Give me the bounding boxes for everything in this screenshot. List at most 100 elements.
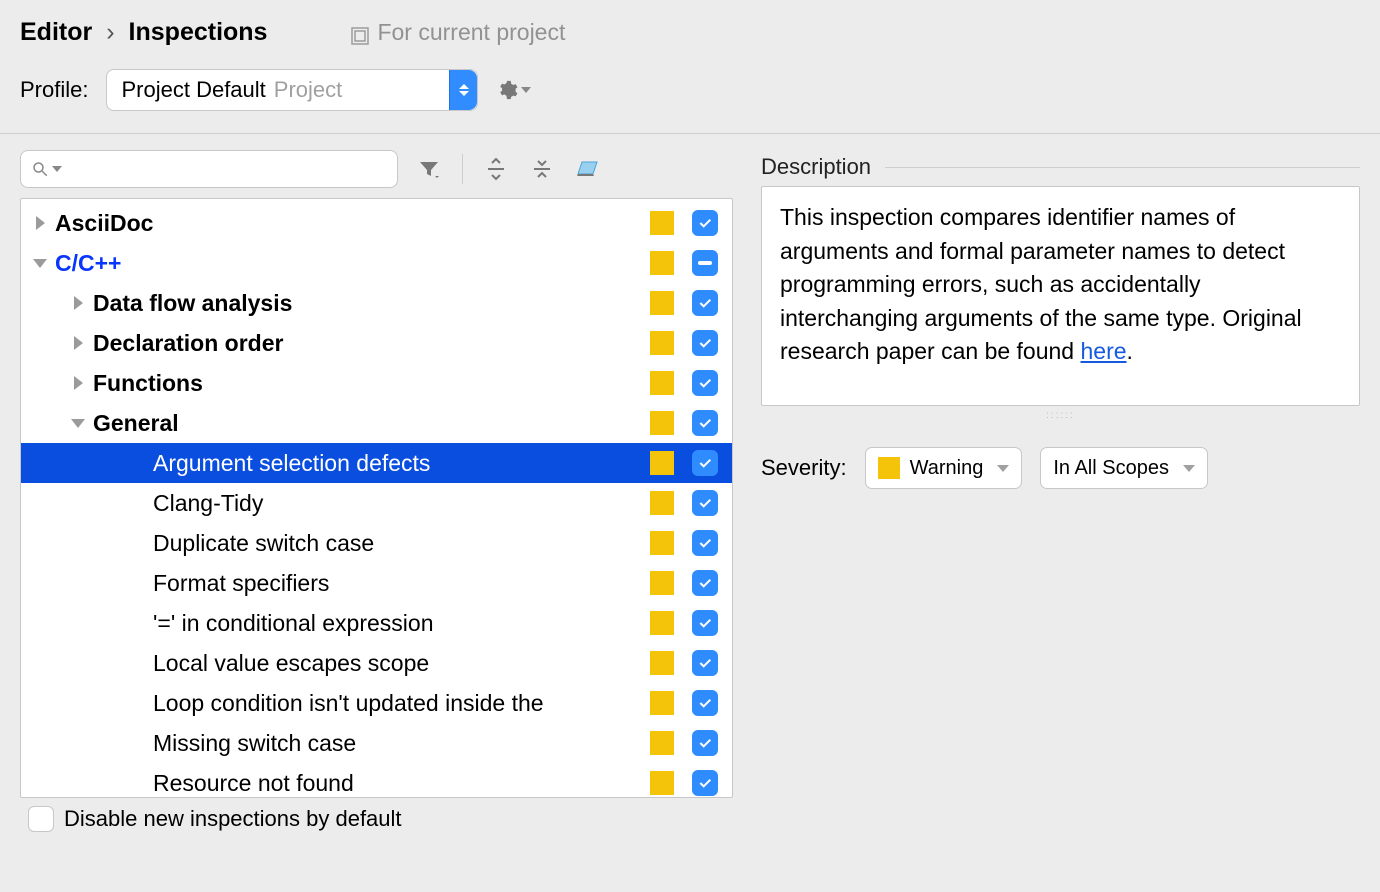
inspection-checkbox[interactable] [692, 370, 718, 396]
inspection-checkbox[interactable] [692, 610, 718, 636]
tree-node-label: Argument selection defects [153, 450, 650, 477]
severity-swatch [650, 331, 674, 355]
profile-select[interactable]: Project Default Project [106, 69, 478, 111]
inspection-checkbox[interactable] [692, 410, 718, 436]
inspection-checkbox[interactable] [692, 770, 718, 796]
tree-node-label: Clang-Tidy [153, 490, 650, 517]
tree-node[interactable]: Clang-Tidy [21, 483, 732, 523]
inspection-checkbox[interactable] [692, 290, 718, 316]
tree-node-label: C/C++ [55, 250, 650, 277]
severity-swatch [650, 611, 674, 635]
severity-color-swatch [878, 457, 900, 479]
disclosure-triangle[interactable] [69, 296, 87, 310]
disclosure-triangle[interactable] [31, 216, 49, 230]
severity-value: Warning [910, 457, 984, 480]
tree-node[interactable]: Local value escapes scope [21, 643, 732, 683]
tree-node[interactable]: General [21, 403, 732, 443]
tree-node[interactable]: Argument selection defects [21, 443, 732, 483]
tree-node-label: Declaration order [93, 330, 650, 357]
tree-node[interactable]: Format specifiers [21, 563, 732, 603]
tree-node[interactable]: Resource not found [21, 763, 732, 798]
caret-down-icon [459, 91, 469, 96]
expand-all-icon[interactable] [481, 154, 511, 184]
tree-node-label: Format specifiers [153, 570, 650, 597]
tree-node[interactable]: Loop condition isn't updated inside the [21, 683, 732, 723]
inspection-checkbox[interactable] [692, 650, 718, 676]
inspection-checkbox[interactable] [692, 530, 718, 556]
tree-node-label: Functions [93, 370, 650, 397]
disclosure-triangle[interactable] [69, 376, 87, 390]
chevron-down-icon [997, 465, 1009, 472]
tree-node-label: Loop condition isn't updated inside the [153, 690, 650, 717]
severity-swatch [650, 251, 674, 275]
disclosure-triangle[interactable] [69, 419, 87, 428]
severity-swatch [650, 211, 674, 235]
current-project-label: For current project [377, 19, 565, 46]
inspection-checkbox[interactable] [692, 570, 718, 596]
tree-node[interactable]: Missing switch case [21, 723, 732, 763]
tree-node-label: '=' in conditional expression [153, 610, 650, 637]
inspection-checkbox[interactable] [692, 490, 718, 516]
chevron-down-icon [521, 87, 531, 93]
tree-node[interactable]: AsciiDoc [21, 203, 732, 243]
severity-swatch [650, 371, 674, 395]
tree-node[interactable]: Declaration order [21, 323, 732, 363]
tree-node-label: Data flow analysis [93, 290, 650, 317]
search-icon [31, 160, 49, 178]
tree-node-label: Resource not found [153, 770, 650, 797]
caret-up-icon [459, 84, 469, 89]
inspection-checkbox[interactable] [692, 250, 718, 276]
inspection-checkbox[interactable] [692, 330, 718, 356]
tree-node[interactable]: Duplicate switch case [21, 523, 732, 563]
severity-swatch [650, 411, 674, 435]
disclosure-triangle[interactable] [31, 259, 49, 268]
inspection-tree[interactable]: AsciiDoc C/C++ Data flow analysis Declarati… [20, 198, 733, 798]
breadcrumb: Editor › Inspections [20, 18, 267, 47]
tree-node[interactable]: C/C++ [21, 243, 732, 283]
severity-swatch [650, 571, 674, 595]
tree-node-label: AsciiDoc [55, 210, 650, 237]
profile-selected-name: Project Default [121, 77, 265, 103]
chevron-right-icon: › [106, 18, 114, 47]
profile-stepper[interactable] [449, 70, 477, 110]
divider [885, 167, 1360, 168]
severity-swatch [650, 691, 674, 715]
severity-swatch [650, 531, 674, 555]
filter-icon[interactable] [414, 154, 444, 184]
disclosure-triangle[interactable] [69, 336, 87, 350]
disable-new-label: Disable new inspections by default [64, 806, 402, 832]
search-input[interactable] [20, 150, 398, 188]
chevron-down-icon [1183, 465, 1195, 472]
severity-swatch [650, 291, 674, 315]
severity-swatch [650, 771, 674, 795]
scope-icon [351, 24, 369, 42]
severity-select[interactable]: Warning [865, 447, 1023, 489]
gear-icon[interactable] [496, 79, 531, 101]
scope-select[interactable]: In All Scopes [1040, 447, 1208, 489]
tree-node[interactable]: Data flow analysis [21, 283, 732, 323]
disable-new-checkbox[interactable] [28, 806, 54, 832]
tree-node[interactable]: Functions [21, 363, 732, 403]
profile-label: Profile: [20, 77, 88, 103]
description-link[interactable]: here [1080, 338, 1126, 364]
inspection-checkbox[interactable] [692, 730, 718, 756]
scope-value: In All Scopes [1053, 457, 1169, 480]
eraser-icon[interactable] [573, 154, 603, 184]
inspection-checkbox[interactable] [692, 690, 718, 716]
breadcrumb-editor[interactable]: Editor [20, 18, 92, 47]
description-body: This inspection compares identifier name… [780, 204, 1302, 364]
resize-grip[interactable]: :::::: [761, 410, 1360, 421]
tree-node-label: Missing switch case [153, 730, 650, 757]
severity-swatch [650, 651, 674, 675]
divider [0, 133, 1380, 134]
inspection-checkbox[interactable] [692, 450, 718, 476]
inspection-checkbox[interactable] [692, 210, 718, 236]
tree-node-label: Duplicate switch case [153, 530, 650, 557]
profile-selected-scope: Project [274, 77, 342, 103]
breadcrumb-inspections[interactable]: Inspections [129, 18, 268, 47]
chevron-down-icon [52, 166, 62, 172]
tree-node-label: General [93, 410, 650, 437]
collapse-all-icon[interactable] [527, 154, 557, 184]
tree-node[interactable]: '=' in conditional expression [21, 603, 732, 643]
description-box: This inspection compares identifier name… [761, 186, 1360, 406]
